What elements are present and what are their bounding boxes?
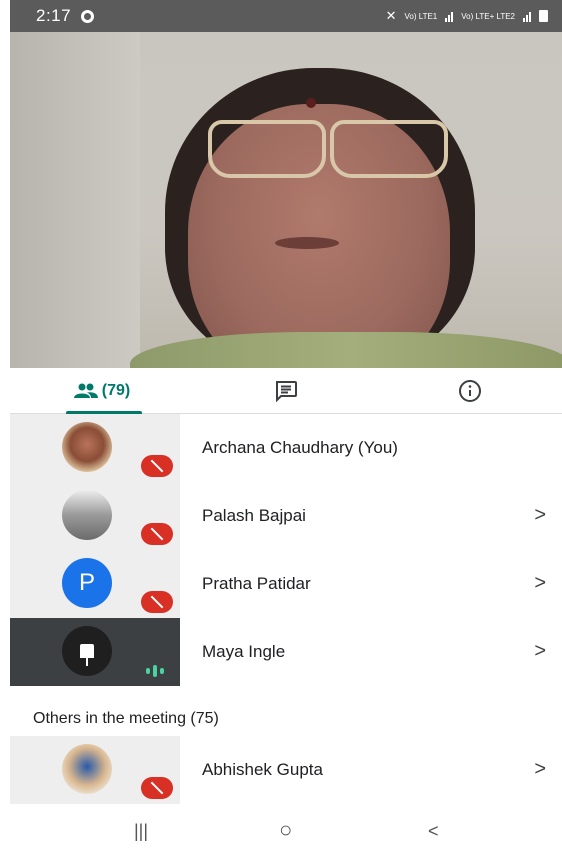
- tab-people[interactable]: (79): [10, 368, 194, 414]
- chevron-right-icon[interactable]: >: [534, 640, 546, 663]
- avatar: [62, 422, 112, 472]
- chevron-right-icon[interactable]: >: [534, 572, 546, 595]
- glasses-right: [330, 120, 448, 178]
- status-icons: ✕ Vo) LTE1 Vo) LTE+ LTE2: [386, 8, 548, 24]
- back-button[interactable]: <: [428, 821, 439, 842]
- speaking-indicator-icon: [146, 664, 164, 678]
- system-nav-bar: ||| ○ <: [0, 815, 562, 848]
- avatar: [62, 626, 112, 676]
- people-count: (79): [101, 381, 131, 399]
- status-time: 2:17: [36, 6, 72, 25]
- notification-icon: [81, 9, 95, 23]
- list-item[interactable]: Abhishek Gupta >: [10, 736, 562, 804]
- participant-thumbnail: [10, 482, 180, 550]
- mic-off-icon: [141, 591, 173, 613]
- section-heading: Others in the meeting (75): [33, 710, 219, 727]
- participant-name: Maya Ingle: [202, 642, 286, 661]
- participant-thumbnail: [10, 736, 180, 804]
- participant-thumbnail: P: [10, 550, 180, 618]
- participant-thumbnail: [10, 618, 180, 686]
- chat-icon: [276, 380, 297, 402]
- video-person-shirt: [130, 332, 562, 368]
- mute-notification-icon: ✕: [385, 8, 397, 23]
- network-label-1: Vo) LTE1: [404, 11, 438, 21]
- main-video-feed[interactable]: [10, 32, 562, 368]
- participant-thumbnail: [10, 414, 180, 482]
- avatar: [62, 490, 112, 540]
- status-bar: 2:17 ✕ Vo) LTE1 Vo) LTE+ LTE2: [10, 0, 562, 32]
- tab-chat[interactable]: [194, 368, 378, 413]
- list-item[interactable]: Maya Ingle >: [10, 618, 562, 686]
- signal-icon: [445, 11, 454, 22]
- others-list: Abhishek Gupta >: [10, 736, 562, 804]
- list-item[interactable]: P Pratha Patidar >: [10, 550, 562, 618]
- recents-button[interactable]: |||: [134, 821, 148, 842]
- list-item[interactable]: Archana Chaudhary (You): [10, 414, 562, 482]
- participant-name: Palash Bajpai: [202, 506, 306, 525]
- participant-name: Pratha Patidar: [202, 574, 311, 593]
- people-icon: [73, 383, 98, 398]
- tab-info[interactable]: [378, 368, 562, 413]
- avatar: P: [62, 558, 112, 608]
- home-button[interactable]: ○: [279, 817, 292, 843]
- network-label-2: Vo) LTE+ LTE2: [461, 11, 515, 21]
- participant-name: Abhishek Gupta: [202, 760, 323, 779]
- participant-list: Archana Chaudhary (You) Palash Bajpai > …: [10, 414, 562, 686]
- signal-icon-2: [523, 11, 531, 22]
- pin-icon: [80, 644, 94, 666]
- battery-icon: [539, 10, 548, 22]
- mic-off-icon: [141, 523, 173, 545]
- meeting-tabs: (79): [10, 368, 562, 414]
- mic-off-icon: [141, 455, 173, 477]
- chevron-right-icon[interactable]: >: [534, 758, 546, 781]
- avatar: [62, 744, 112, 794]
- mic-off-icon: [141, 777, 173, 799]
- glasses-left: [208, 120, 326, 178]
- info-icon: [459, 379, 481, 402]
- chevron-right-icon[interactable]: >: [534, 504, 546, 527]
- list-item[interactable]: Palash Bajpai >: [10, 482, 562, 550]
- participant-name: Archana Chaudhary (You): [202, 438, 398, 457]
